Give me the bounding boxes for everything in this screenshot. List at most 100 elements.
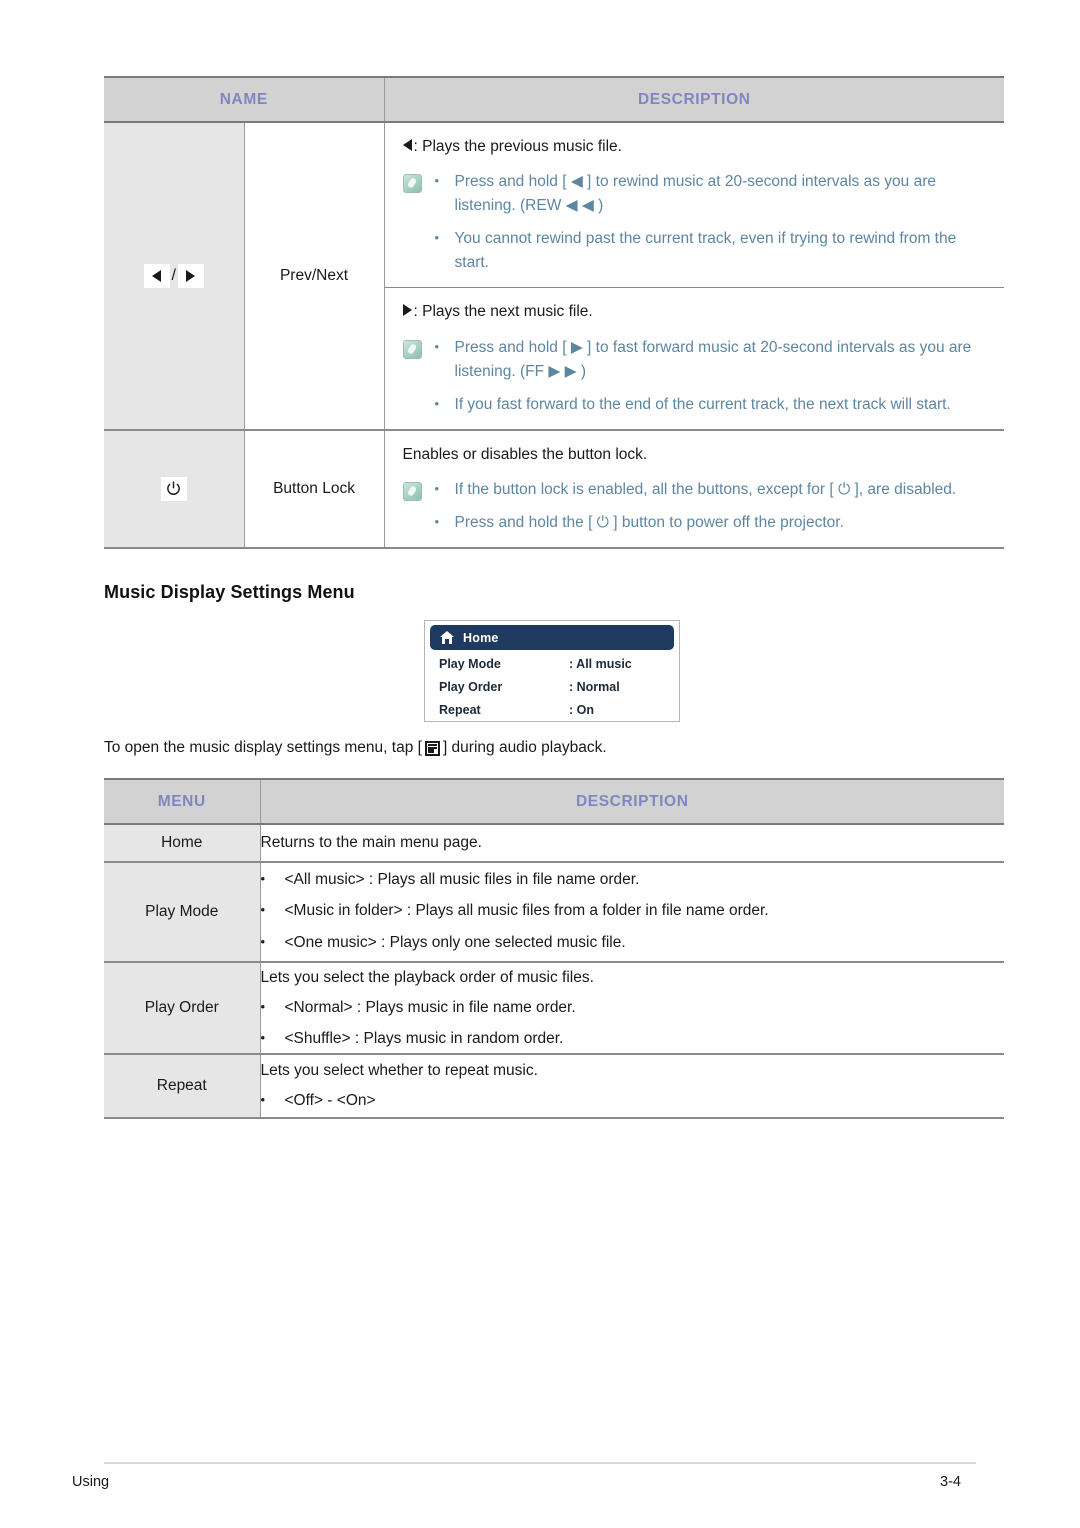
list-item: • <Off> - <On>: [261, 1089, 1005, 1112]
note-icon: [402, 339, 422, 359]
list-item: • <Normal> : Plays music in file name or…: [261, 996, 1005, 1019]
bullet-icon: •: [434, 230, 440, 246]
triangle-left-icon: [143, 263, 170, 288]
column-header-name: NAME: [104, 76, 385, 123]
note-text: Press and hold [ ▶ ] to fast forward mus…: [454, 338, 972, 380]
bullet-icon: •: [260, 902, 266, 918]
plain-description-line: Enables or disables the button lock.: [403, 443, 995, 466]
osd-row-play-order[interactable]: Play Order : Normal: [425, 675, 679, 698]
power-icon: [160, 476, 187, 501]
osd-value: : All music: [569, 656, 632, 671]
osd-key: Play Order: [439, 679, 503, 694]
home-icon: [440, 631, 454, 644]
list-item-text: <All music> : Plays all music files in f…: [284, 871, 640, 889]
note-item: • Press and hold [ ◀ ] to rewind music a…: [435, 170, 995, 218]
osd-preview: Home Play Mode : All music Play Order : …: [424, 620, 680, 722]
osd-row-play-mode[interactable]: Play Mode : All music: [425, 652, 679, 675]
list-item: • <All music> : Plays all music files in…: [261, 868, 1005, 891]
menu-name-repeat: Repeat: [104, 1054, 260, 1119]
note-item: • If the button lock is enabled, all the…: [435, 478, 995, 502]
note-icon: [402, 174, 422, 194]
osd-value: : On: [569, 702, 594, 717]
column-header-description: DESCRIPTION: [259, 778, 1004, 825]
table-row: Play Order Lets you select the playback …: [104, 962, 1005, 1055]
footer-divider: [104, 1462, 976, 1464]
menu-name-play-order: Play Order: [104, 962, 260, 1055]
controls-table: NAME DESCRIPTION / Prev/Next : Plays the…: [104, 76, 1005, 549]
osd-key: Repeat: [439, 702, 481, 717]
osd-key: Play Mode: [439, 656, 501, 671]
list-item: • <Music in folder> : Plays all music fi…: [261, 899, 1005, 922]
plain-description-text: : Plays the previous music file.: [413, 138, 622, 155]
bullet-icon: •: [434, 480, 440, 496]
note-list: • Press and hold [ ◀ ] to rewind music a…: [435, 170, 995, 277]
menu-icon: [424, 740, 440, 756]
osd-home-label: Home: [463, 630, 499, 645]
bullet-icon: •: [434, 513, 440, 529]
plain-description-text: Enables or disables the button lock.: [402, 445, 648, 463]
table-row: Home Returns to the main menu page.: [104, 824, 1004, 863]
osd-row-repeat[interactable]: Repeat : On: [425, 698, 679, 721]
row-description-prev-next: : Plays the previous music file. • Press…: [383, 122, 1005, 431]
osd-home-row[interactable]: Home: [430, 625, 674, 650]
menu-name-home: Home: [104, 824, 260, 863]
row-label-button-lock: Button Lock: [243, 429, 385, 549]
bullet-icon: •: [260, 998, 266, 1014]
menu-desc-play-order: Lets you select the playback order of mu…: [259, 962, 1005, 1055]
description-block-button-lock: Enables or disables the button lock. • I…: [385, 431, 1005, 547]
row-icon-cell-prev-next: /: [104, 122, 244, 431]
bullet-icon: •: [434, 173, 440, 189]
plain-description-text: : Plays the next music file.: [413, 303, 593, 321]
note-item: • Press and hold the [ ⏻ ] button to pow…: [435, 511, 995, 535]
column-header-menu: MENU: [104, 778, 260, 825]
list-item: • <One music> : Plays only one selected …: [261, 931, 1005, 954]
note-text: If the button lock is enabled, all the b…: [454, 480, 957, 498]
note-text: Press and hold [ ◀ ] to rewind music at …: [454, 173, 936, 215]
menu-desc-repeat: Lets you select whether to repeat music.…: [259, 1054, 1005, 1119]
table-row: Button Lock Enables or disables the butt…: [104, 429, 1005, 549]
osd-value: : Normal: [569, 679, 620, 694]
menu-lead-text: Returns to the main menu page.: [260, 833, 482, 851]
table-row: Play Mode • <All music> : Plays all musi…: [104, 862, 1005, 963]
plain-description-line: : Plays the previous music file.: [402, 135, 995, 158]
bullet-icon: •: [260, 933, 266, 949]
row-icon-cell-button-lock: [104, 429, 244, 549]
menu-desc-home: Returns to the main menu page.: [259, 824, 1004, 863]
note-box: • Press and hold [ ▶ ] to fast forward m…: [402, 336, 995, 419]
bullet-icon: •: [260, 871, 266, 887]
note-text: If you fast forward to the end of the cu…: [454, 395, 951, 413]
note-item: • You cannot rewind past the current tra…: [435, 227, 995, 275]
list-item-text: <Off> - <On>: [284, 1092, 376, 1110]
note-list: • Press and hold [ ▶ ] to fast forward m…: [435, 336, 995, 419]
intro-text-after: ] during audio playback.: [442, 739, 607, 756]
icon-separator: /: [171, 266, 176, 284]
menu-lead-text: Lets you select whether to repeat music.: [260, 1062, 538, 1080]
bullet-icon: •: [434, 338, 440, 354]
list-item: • <Shuffle> : Plays music in random orde…: [261, 1027, 1005, 1050]
page-title: Music Display Settings Menu: [104, 582, 355, 602]
intro-paragraph: To open the music display settings menu,…: [104, 739, 607, 757]
menu-table: MENU DESCRIPTION Home Returns to the mai…: [104, 778, 1004, 1119]
description-block-prev: : Plays the previous music file. • Press…: [385, 123, 1005, 287]
note-text: You cannot rewind past the current track…: [454, 230, 957, 272]
menu-name-play-mode: Play Mode: [104, 862, 260, 963]
bullet-icon: •: [260, 1092, 266, 1108]
note-box: • If the button lock is enabled, all the…: [402, 478, 995, 537]
list-item-text: <Shuffle> : Plays music in random order.: [284, 1030, 564, 1047]
description-block-next: : Plays the next music file. • Press and…: [384, 287, 1005, 428]
list-item-text: <One music> : Plays only one selected mu…: [284, 933, 626, 951]
bullet-icon: •: [434, 395, 440, 411]
note-list: • If the button lock is enabled, all the…: [435, 478, 995, 537]
row-description-button-lock: Enables or disables the button lock. • I…: [383, 429, 1005, 549]
table-row: Repeat Lets you select whether to repeat…: [104, 1054, 1005, 1119]
footer-section-label: Using: [72, 1474, 110, 1490]
list-item-text: <Music in folder> : Plays all music file…: [284, 902, 769, 920]
footer-page-number: 3-4: [940, 1474, 961, 1490]
menu-desc-play-mode: • <All music> : Plays all music files in…: [259, 862, 1005, 963]
note-text: Press and hold the [ ⏻ ] button to power…: [454, 513, 844, 531]
table-header-row: MENU DESCRIPTION: [104, 778, 1004, 825]
note-item: • If you fast forward to the end of the …: [435, 393, 995, 417]
bullet-icon: •: [260, 1030, 266, 1045]
triangle-left-icon: [402, 139, 412, 151]
list-item-text: <Normal> : Plays music in file name orde…: [284, 998, 576, 1016]
